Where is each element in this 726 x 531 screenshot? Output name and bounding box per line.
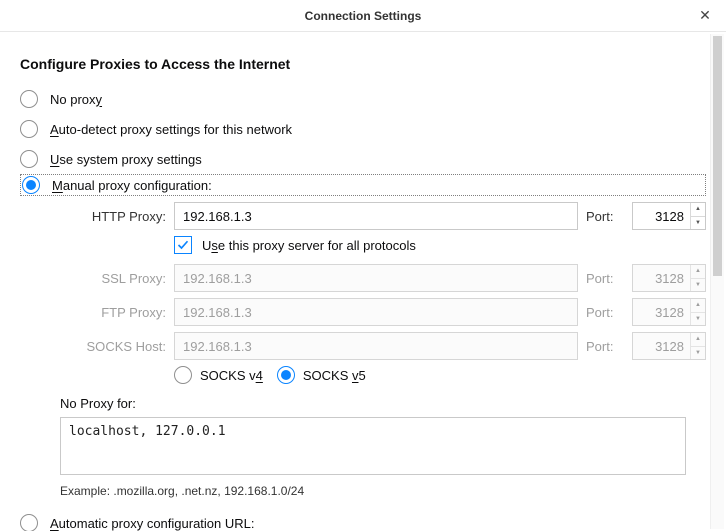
option-label: No proxy — [50, 92, 102, 107]
radio-icon — [20, 150, 38, 168]
window-title: Connection Settings — [0, 9, 726, 23]
socks-host-input — [174, 332, 578, 360]
option-auto-detect[interactable]: Auto-detect proxy settings for this netw… — [20, 114, 706, 144]
spinner-up-icon: ▲ — [691, 299, 705, 313]
spinner-down-icon: ▼ — [691, 279, 705, 292]
option-label: Use system proxy settings — [50, 152, 202, 167]
ssl-proxy-label: SSL Proxy: — [60, 271, 166, 286]
option-no-proxy[interactable]: No proxy — [20, 84, 706, 114]
option-socks-v5[interactable]: SOCKS v5 — [277, 366, 366, 384]
http-proxy-label: HTTP Proxy: — [60, 209, 166, 224]
ftp-port-label: Port: — [586, 305, 624, 320]
ssl-proxy-row: SSL Proxy: Port: 3128 ▲▼ — [60, 264, 706, 292]
option-label: SOCKS v4 — [200, 368, 263, 383]
ssl-port-spinner: 3128 ▲▼ — [632, 264, 706, 292]
option-label: SOCKS v5 — [303, 368, 366, 383]
scroll-area: Configure Proxies to Access the Internet… — [0, 32, 726, 531]
section-heading: Configure Proxies to Access the Internet — [20, 56, 706, 72]
socks-host-row: SOCKS Host: Port: 3128 ▲▼ — [60, 332, 706, 360]
spinner-up-icon: ▲ — [691, 265, 705, 279]
http-proxy-row: HTTP Proxy: Port: 3128 ▲ ▼ — [60, 202, 706, 230]
titlebar: Connection Settings ✕ — [0, 0, 726, 32]
no-proxy-for-input[interactable] — [60, 417, 686, 475]
ftp-proxy-label: FTP Proxy: — [60, 305, 166, 320]
option-manual-proxy[interactable]: Manual proxy configuration: — [20, 174, 706, 196]
spinner-up-icon: ▲ — [691, 333, 705, 347]
no-proxy-example: Example: .mozilla.org, .net.nz, 192.168.… — [60, 484, 706, 498]
content-container: Configure Proxies to Access the Internet… — [0, 32, 726, 531]
spinner-down-icon[interactable]: ▼ — [691, 217, 705, 230]
option-system-proxy[interactable]: Use system proxy settings — [20, 144, 706, 174]
vertical-scrollbar[interactable] — [710, 34, 724, 529]
http-port-label: Port: — [586, 209, 624, 224]
socks-port-spinner: 3128 ▲▼ — [632, 332, 706, 360]
option-label: Auto-detect proxy settings for this netw… — [50, 122, 292, 137]
radio-icon — [277, 366, 295, 384]
ssl-port-value: 3128 — [633, 265, 690, 291]
ftp-port-spinner: 3128 ▲▼ — [632, 298, 706, 326]
scrollbar-thumb[interactable] — [713, 36, 722, 276]
socks-host-label: SOCKS Host: — [60, 339, 166, 354]
radio-icon — [20, 514, 38, 531]
use-same-proxy-label: Use this proxy server for all protocols — [202, 238, 416, 253]
http-port-value: 3128 — [633, 203, 690, 229]
option-socks-v4[interactable]: SOCKS v4 — [174, 366, 263, 384]
option-label: Manual proxy configuration: — [52, 178, 212, 193]
spinner-down-icon: ▼ — [691, 347, 705, 360]
socks-port-value: 3128 — [633, 333, 690, 359]
option-auto-config-url[interactable]: Automatic proxy configuration URL: — [20, 508, 706, 531]
radio-icon — [20, 90, 38, 108]
ftp-proxy-host-input — [174, 298, 578, 326]
http-port-spinner[interactable]: 3128 ▲ ▼ — [632, 202, 706, 230]
manual-proxy-rows: HTTP Proxy: Port: 3128 ▲ ▼ Use this prox… — [60, 202, 706, 498]
radio-icon — [22, 176, 40, 194]
radio-icon — [20, 120, 38, 138]
use-same-proxy-row[interactable]: Use this proxy server for all protocols — [174, 236, 706, 254]
ssl-proxy-host-input — [174, 264, 578, 292]
ftp-proxy-row: FTP Proxy: Port: 3128 ▲▼ — [60, 298, 706, 326]
socks-version-row: SOCKS v4 SOCKS v5 — [174, 366, 706, 384]
focus-outline: Manual proxy configuration: — [20, 174, 706, 196]
spinner-buttons: ▲ ▼ — [690, 203, 705, 229]
radio-icon — [174, 366, 192, 384]
ssl-port-label: Port: — [586, 271, 624, 286]
spinner-up-icon[interactable]: ▲ — [691, 203, 705, 217]
socks-port-label: Port: — [586, 339, 624, 354]
no-proxy-for-label: No Proxy for: — [60, 396, 706, 411]
http-proxy-host-input[interactable] — [174, 202, 578, 230]
option-label: Automatic proxy configuration URL: — [50, 516, 254, 531]
spinner-down-icon: ▼ — [691, 313, 705, 326]
checkbox-checked-icon — [174, 236, 192, 254]
ftp-port-value: 3128 — [633, 299, 690, 325]
